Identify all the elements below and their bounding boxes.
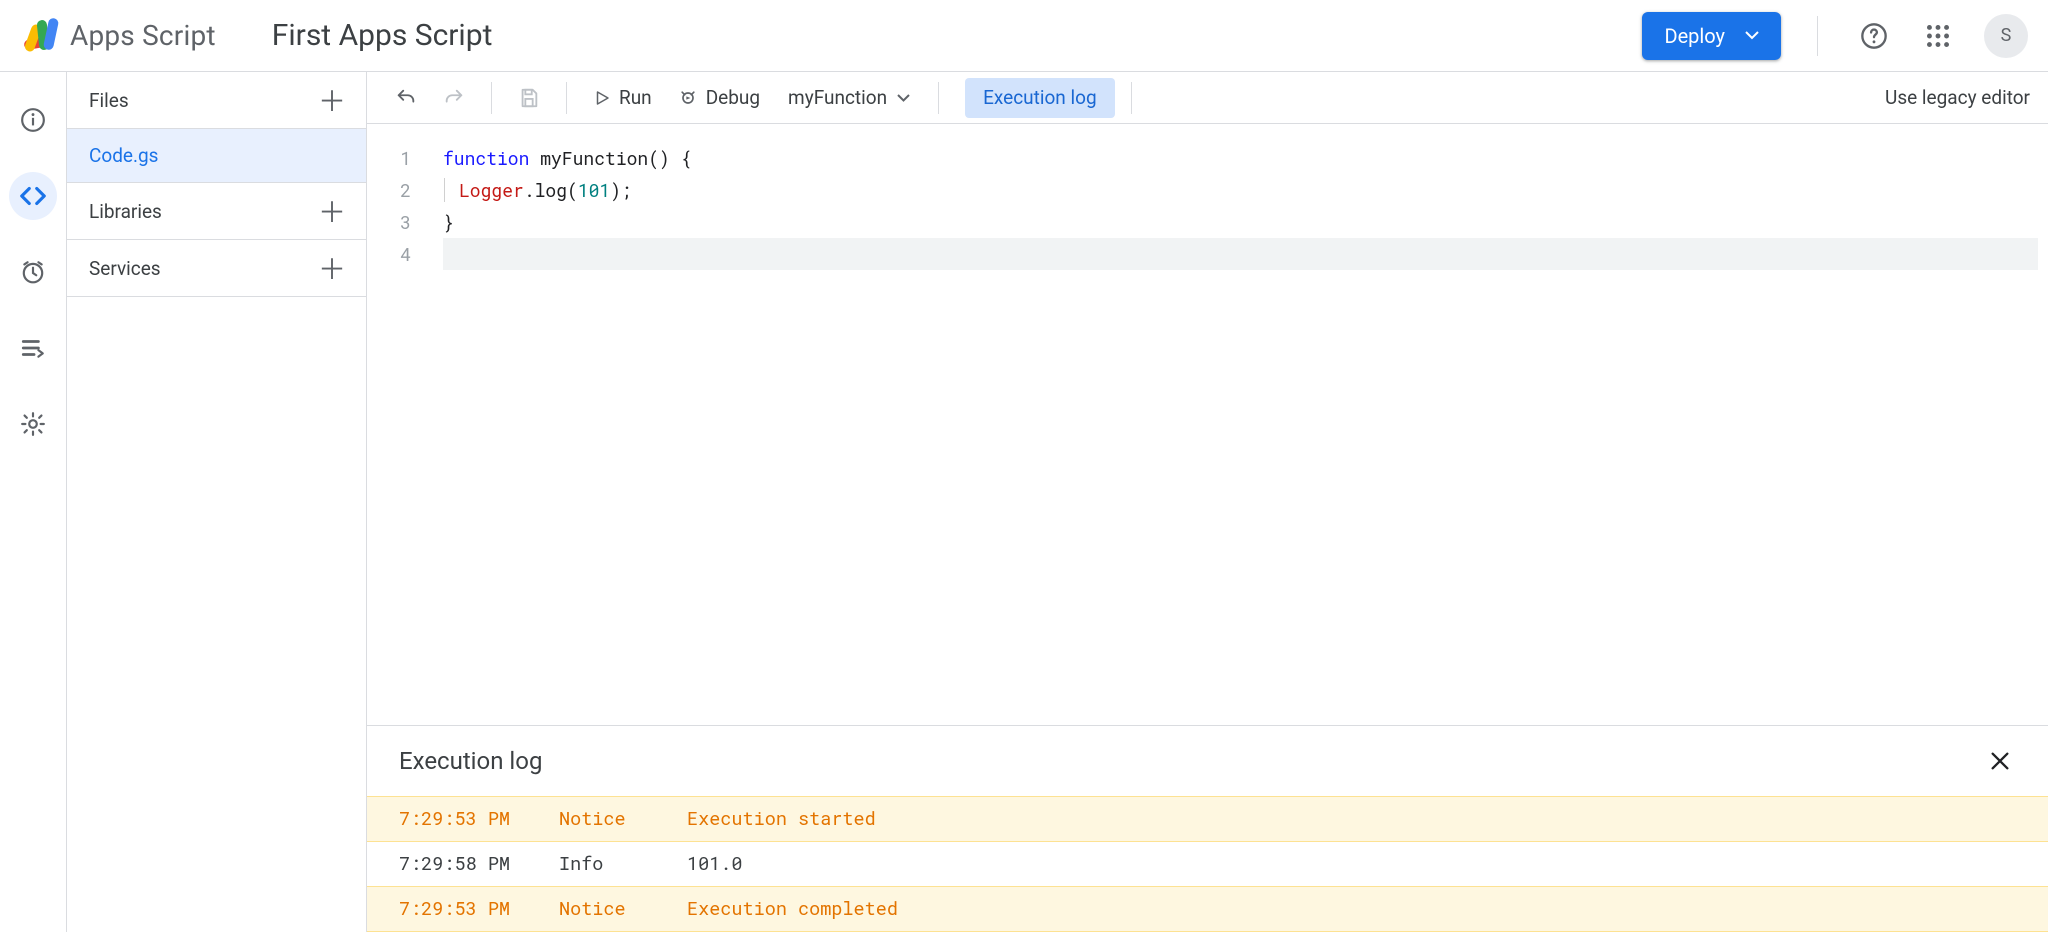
- file-name: Code.gs: [89, 144, 158, 167]
- save-button[interactable]: [508, 78, 550, 118]
- files-sidebar: Files ＋ Code.gs Libraries ＋ Services ＋: [66, 72, 367, 932]
- log-header: Execution log: [367, 726, 2048, 796]
- line-gutter: 1234: [367, 142, 423, 725]
- plus-icon: ＋: [318, 248, 346, 288]
- product-logo-area[interactable]: Apps Script: [20, 16, 216, 56]
- chevron-down-icon: [1745, 31, 1759, 40]
- code-line[interactable]: function myFunction() {: [443, 142, 2048, 174]
- debug-icon: [678, 88, 698, 108]
- use-legacy-editor-link[interactable]: Use legacy editor: [1885, 86, 2030, 109]
- libraries-label: Libraries: [89, 200, 162, 223]
- product-name: Apps Script: [70, 19, 216, 52]
- apps-button[interactable]: [1914, 12, 1962, 60]
- apps-grid-icon: [1927, 25, 1949, 47]
- debug-label: Debug: [706, 86, 760, 109]
- files-label: Files: [89, 89, 129, 112]
- log-time: 7:29:53 PM: [399, 897, 559, 921]
- apps-script-logo-icon: [20, 16, 60, 56]
- redo-icon: [443, 87, 465, 109]
- add-file-button[interactable]: ＋: [314, 82, 350, 118]
- save-icon: [518, 87, 540, 109]
- deploy-label: Deploy: [1664, 24, 1725, 48]
- chevron-down-icon: [897, 94, 910, 102]
- divider: [566, 82, 567, 114]
- log-level: Info: [559, 852, 687, 876]
- rail-settings[interactable]: [9, 400, 57, 448]
- rail-executions[interactable]: [9, 324, 57, 372]
- log-rows: 7:29:53 PMNoticeExecution started7:29:58…: [367, 796, 2048, 932]
- legacy-label: Use legacy editor: [1885, 86, 2030, 109]
- nav-rail: [0, 72, 66, 932]
- log-title: Execution log: [399, 747, 542, 775]
- log-row: 7:29:53 PMNoticeExecution completed: [367, 886, 2048, 932]
- log-row: 7:29:53 PMNoticeExecution started: [367, 796, 2048, 842]
- line-number: 3: [367, 206, 411, 238]
- code-line[interactable]: Logger.log(101);: [443, 174, 2048, 206]
- function-select[interactable]: myFunction: [776, 78, 922, 118]
- function-name: myFunction: [788, 86, 887, 109]
- code-line[interactable]: [443, 238, 2038, 270]
- undo-icon: [395, 87, 417, 109]
- info-icon: [20, 107, 46, 133]
- divider: [1131, 82, 1132, 114]
- app-header: Apps Script First Apps Script Deploy S: [0, 0, 2048, 72]
- run-label: Run: [619, 86, 652, 109]
- log-message: Execution started: [687, 807, 2048, 831]
- plus-icon: ＋: [318, 191, 346, 231]
- divider: [1817, 16, 1818, 56]
- add-service-button[interactable]: ＋: [314, 250, 350, 286]
- log-message: Execution completed: [687, 897, 2048, 921]
- clock-icon: [20, 259, 46, 285]
- redo-button[interactable]: [433, 78, 475, 118]
- file-item-code[interactable]: Code.gs: [67, 129, 366, 183]
- services-label: Services: [89, 257, 161, 280]
- project-title[interactable]: First Apps Script: [272, 18, 493, 53]
- deploy-button[interactable]: Deploy: [1642, 12, 1781, 60]
- code-area[interactable]: function myFunction() {Logger.log(101);}: [423, 142, 2048, 725]
- execution-log-label: Execution log: [983, 86, 1097, 109]
- log-level: Notice: [559, 807, 687, 831]
- help-icon: [1860, 22, 1888, 50]
- close-log-button[interactable]: [1980, 741, 2020, 781]
- help-button[interactable]: [1850, 12, 1898, 60]
- account-avatar[interactable]: S: [1984, 14, 2028, 58]
- services-section-header: Services ＋: [67, 240, 366, 297]
- line-number: 1: [367, 142, 411, 174]
- close-icon: [1989, 750, 2011, 772]
- main-area: Run Debug myFunction Execution log: [367, 72, 2048, 932]
- execution-log-panel: Execution log 7:29:53 PMNoticeExecution …: [367, 725, 2048, 932]
- run-button[interactable]: Run: [583, 78, 662, 118]
- line-number: 2: [367, 174, 411, 206]
- divider: [938, 82, 939, 114]
- play-icon: [593, 89, 611, 107]
- undo-button[interactable]: [385, 78, 427, 118]
- log-level: Notice: [559, 897, 687, 921]
- plus-icon: ＋: [318, 80, 346, 120]
- executions-icon: [20, 335, 46, 361]
- log-time: 7:29:53 PM: [399, 807, 559, 831]
- log-row: 7:29:58 PMInfo101.0: [367, 842, 2048, 886]
- log-time: 7:29:58 PM: [399, 852, 559, 876]
- rail-overview[interactable]: [9, 96, 57, 144]
- line-number: 4: [367, 238, 411, 270]
- files-section-header: Files ＋: [67, 72, 366, 129]
- code-icon: [18, 181, 48, 211]
- rail-editor[interactable]: [9, 172, 57, 220]
- execution-log-button[interactable]: Execution log: [965, 78, 1115, 118]
- divider: [491, 82, 492, 114]
- avatar-initial: S: [2001, 25, 2012, 46]
- log-message: 101.0: [687, 852, 2048, 876]
- code-editor[interactable]: 1234 function myFunction() {Logger.log(1…: [367, 124, 2048, 725]
- gear-icon: [20, 411, 46, 437]
- editor-toolbar: Run Debug myFunction Execution log: [367, 72, 2048, 124]
- add-library-button[interactable]: ＋: [314, 193, 350, 229]
- rail-triggers[interactable]: [9, 248, 57, 296]
- libraries-section-header: Libraries ＋: [67, 183, 366, 240]
- code-line[interactable]: }: [443, 206, 2048, 238]
- debug-button[interactable]: Debug: [668, 78, 770, 118]
